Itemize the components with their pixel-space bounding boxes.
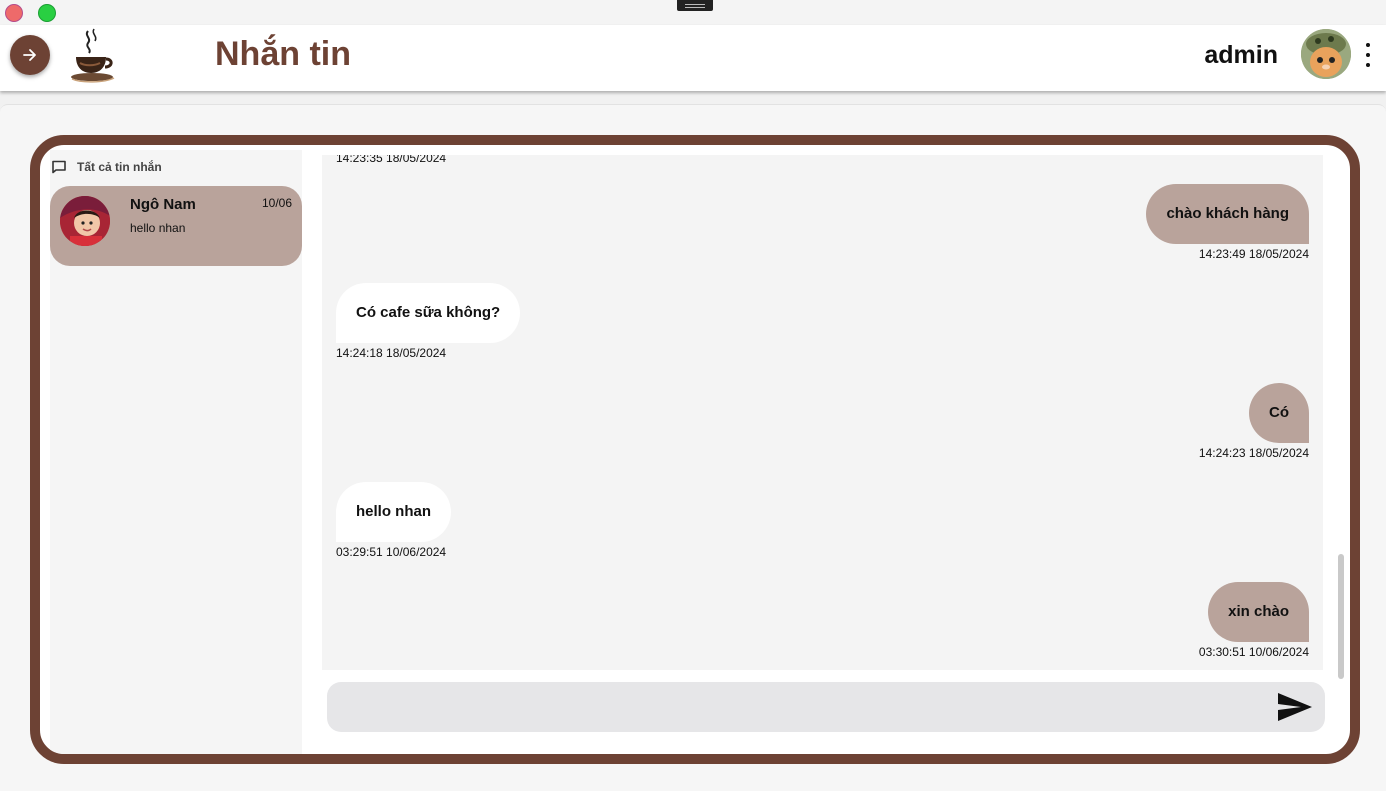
message-row: Có 14:24:23 18/05/2024 [1199,383,1309,460]
window-titlebar [0,0,1386,25]
window-drag-handle[interactable] [677,0,713,11]
messenger-panel: Tất cả tin nhắn Ngô Nam 10/06 hello nhan [30,135,1360,764]
send-icon[interactable] [1277,692,1313,722]
message-composer [327,682,1325,734]
message-timestamp: 14:23:35 18/05/2024 [336,155,447,165]
conversation-item[interactable]: Ngô Nam 10/06 hello nhan [50,186,302,266]
page-title: Nhắn tin [215,35,351,73]
conversation-avatar [60,196,110,246]
message-row: Có cafe sữa không? 14:24:18 18/05/2024 [336,283,521,360]
user-avatar[interactable] [1301,29,1351,79]
message-row: hello nhan 03:29:51 10/06/2024 [336,482,451,559]
all-messages-label: Tất cả tin nhắn [77,160,162,174]
incoming-message-bubble[interactable]: hello nhan [336,482,451,542]
outgoing-message-bubble[interactable]: Có [1249,383,1309,443]
incoming-message-bubble[interactable]: Có cafe sữa không? [336,283,521,343]
message-input[interactable] [341,682,1265,734]
message-timestamp: 14:24:23 18/05/2024 [1198,446,1309,460]
user-name: admin [1204,41,1278,69]
message-row: 14:23:35 18/05/2024 [336,155,446,165]
message-row: xin chào 03:30:51 10/06/2024 [1199,582,1309,659]
message-thread[interactable]: 14:23:35 18/05/2024 chào khách hàng 14:2… [322,155,1323,670]
window-close-button[interactable] [5,4,23,22]
message-timestamp: 14:24:18 18/05/2024 [336,346,447,360]
coffee-cup-logo [71,28,115,83]
conversation-name: Ngô Nam [130,196,196,213]
conversation-list: Tất cả tin nhắn Ngô Nam 10/06 hello nhan [50,150,302,754]
message-row: chào khách hàng 14:23:49 18/05/2024 [1146,184,1309,261]
message-timestamp: 14:23:49 18/05/2024 [1198,247,1309,261]
chat-bubble-icon [52,160,66,174]
message-timestamp: 03:29:51 10/06/2024 [336,545,447,559]
back-button[interactable] [10,35,50,75]
more-vertical-icon[interactable] [1360,43,1376,67]
message-timestamp: 03:30:51 10/06/2024 [1198,645,1309,659]
outgoing-message-bubble[interactable]: chào khách hàng [1146,184,1309,244]
arrow-right-icon [23,49,36,61]
window-zoom-button[interactable] [38,4,56,22]
app-bar: Nhắn tin admin [0,25,1386,91]
outgoing-message-bubble[interactable]: xin chào [1208,582,1309,642]
conversation-date: 10/06 [261,196,292,210]
message-scrollbar[interactable] [1338,554,1344,679]
all-messages-header[interactable]: Tất cả tin nhắn [50,160,162,174]
conversation-preview: hello nhan [130,221,186,235]
